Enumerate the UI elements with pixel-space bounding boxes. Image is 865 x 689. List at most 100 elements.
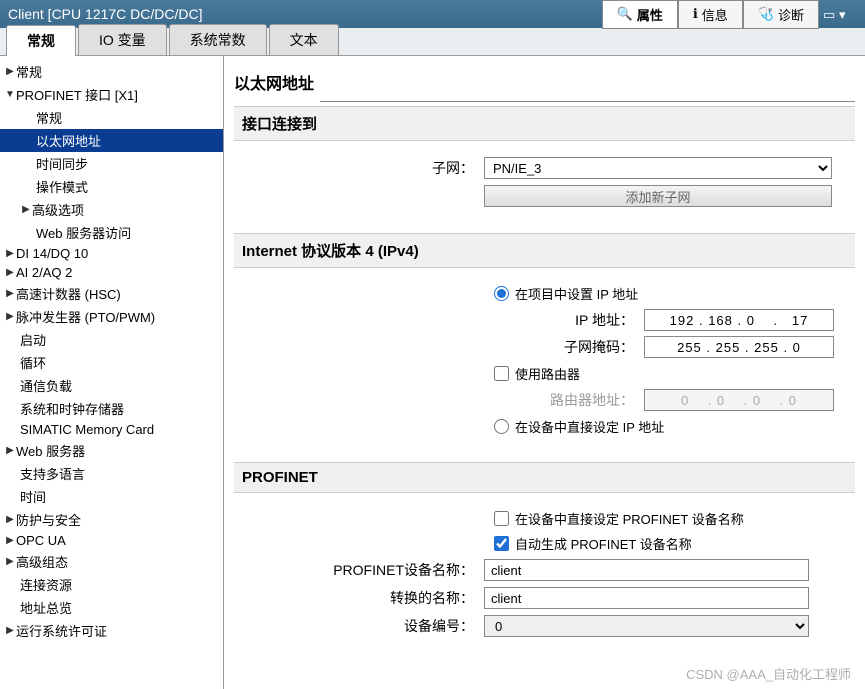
tree-label: 循环: [20, 353, 46, 372]
tab-info-label: 信息: [702, 5, 728, 24]
converted-name-input[interactable]: [484, 587, 809, 609]
device-number-select[interactable]: 0: [484, 615, 809, 637]
tree-protection[interactable]: ▶防护与安全: [0, 508, 223, 531]
tree-profinet[interactable]: ▼PROFINET 接口 [X1]: [0, 83, 223, 106]
inspector-tabs: 🔍 属性 ℹ 信息 🩺 诊断: [602, 0, 819, 29]
content-pane: 以太网地址 接口连接到 子网： PN/IE_3 添加新子网 Internet 协…: [224, 56, 865, 689]
pn-name-label: PROFINET设备名称：: [244, 560, 484, 580]
tab-properties-label: 属性: [637, 5, 663, 24]
tree-di-dq[interactable]: ▶DI 14/DQ 10: [0, 244, 223, 263]
tree-multilang[interactable]: 支持多语言: [0, 462, 223, 485]
tree-label: 运行系统许可证: [16, 621, 107, 640]
tab-sys-const[interactable]: 系统常数: [169, 24, 267, 55]
layout-icon[interactable]: ▭: [823, 7, 837, 21]
tree-ethernet-addr[interactable]: 以太网地址: [0, 129, 223, 152]
use-router-checkbox[interactable]: [494, 366, 509, 381]
tree-label: AI 2/AQ 2: [16, 265, 72, 280]
chevron-right-icon: ▶: [4, 625, 16, 637]
collapse-icon[interactable]: ▾: [839, 7, 853, 21]
tree-label: 系统和时钟存储器: [20, 399, 124, 418]
use-router-label: 使用路由器: [515, 364, 580, 383]
tree-adv-config[interactable]: ▶高级组态: [0, 550, 223, 573]
tree-cycle[interactable]: 循环: [0, 351, 223, 374]
profinet-name-input[interactable]: [484, 559, 809, 581]
info-icon: ℹ: [693, 6, 698, 22]
tab-general[interactable]: 常规: [6, 25, 76, 56]
router-label: 路由器地址：: [514, 390, 644, 410]
chk-device-set-name-label: 在设备中直接设定 PROFINET 设备名称: [515, 509, 744, 528]
tab-diagnostics-label: 诊断: [778, 5, 804, 24]
tree-pn-general[interactable]: 常规: [0, 106, 223, 129]
tree-opc-ua[interactable]: ▶OPC UA: [0, 531, 223, 550]
tree-label: PROFINET 接口 [X1]: [16, 85, 138, 104]
tree-memory-card[interactable]: SIMATIC Memory Card: [0, 420, 223, 439]
subnet-select[interactable]: PN/IE_3: [484, 157, 832, 179]
chevron-down-icon: ▼: [4, 89, 16, 101]
tree-general[interactable]: ▶常规: [0, 60, 223, 83]
tree-label: 常规: [16, 62, 42, 81]
diagnostics-icon: 🩺: [758, 6, 774, 22]
chevron-right-icon: ▶: [4, 556, 16, 568]
chevron-right-icon: ▶: [4, 288, 16, 300]
tree-label: OPC UA: [16, 533, 66, 548]
tree-label: 常规: [36, 108, 62, 127]
tree-label: Web 服务器: [16, 441, 85, 460]
chevron-right-icon: ▶: [4, 311, 16, 323]
tree-label: 连接资源: [20, 575, 72, 594]
tree-label: 时间同步: [36, 154, 88, 173]
window-title: Client [CPU 1217C DC/DC/DC]: [8, 6, 602, 22]
chevron-right-icon: ▶: [4, 535, 16, 547]
tree-label: 防护与安全: [16, 510, 81, 529]
chevron-right-icon: ▶: [4, 66, 16, 78]
section-ipv4: Internet 协议版本 4 (IPv4): [234, 233, 855, 268]
subnet-mask-input[interactable]: [644, 336, 834, 358]
radio-set-in-device[interactable]: [494, 419, 509, 434]
radio-set-in-project[interactable]: [494, 286, 509, 301]
chk-device-set-name[interactable]: [494, 511, 509, 526]
tab-text[interactable]: 文本: [269, 24, 339, 55]
tree-startup[interactable]: 启动: [0, 328, 223, 351]
tree-web-access[interactable]: Web 服务器访问: [0, 221, 223, 244]
tree-label: 地址总览: [20, 598, 72, 617]
chk-auto-gen-name[interactable]: [494, 536, 509, 551]
tree-addr-overview[interactable]: 地址总览: [0, 596, 223, 619]
tree-label: SIMATIC Memory Card: [20, 422, 154, 437]
tree-label: 时间: [20, 487, 46, 506]
chevron-right-icon: ▶: [20, 204, 32, 216]
tree-label: 高级组态: [16, 552, 68, 571]
chk-auto-gen-name-label: 自动生成 PROFINET 设备名称: [515, 534, 692, 553]
tree-web-server[interactable]: ▶Web 服务器: [0, 439, 223, 462]
tree-label: DI 14/DQ 10: [16, 246, 88, 261]
window-controls: ▭ ▾: [819, 7, 857, 21]
tree-conn-res[interactable]: 连接资源: [0, 573, 223, 596]
tree-time-sync[interactable]: 时间同步: [0, 152, 223, 175]
tree-ai-aq[interactable]: ▶AI 2/AQ 2: [0, 263, 223, 282]
tab-diagnostics[interactable]: 🩺 诊断: [743, 0, 819, 29]
properties-icon: 🔍: [617, 6, 633, 22]
tree-pto[interactable]: ▶脉冲发生器 (PTO/PWM): [0, 305, 223, 328]
tree-op-mode[interactable]: 操作模式: [0, 175, 223, 198]
subnet-label: 子网：: [244, 158, 484, 178]
section-interface-connect: 接口连接到: [234, 106, 855, 141]
tab-io-vars[interactable]: IO 变量: [78, 24, 167, 55]
tree-runtime-lic[interactable]: ▶运行系统许可证: [0, 619, 223, 642]
tree-label: 高级选项: [32, 200, 84, 219]
radio-set-in-device-label: 在设备中直接设定 IP 地址: [515, 417, 664, 436]
chevron-right-icon: ▶: [4, 445, 16, 457]
property-tabs: 常规 IO 变量 系统常数 文本: [0, 28, 865, 56]
tree-label: 通信负载: [20, 376, 72, 395]
tree-adv-options[interactable]: ▶高级选项: [0, 198, 223, 221]
watermark: CSDN @AAA_自动化工程师: [686, 664, 851, 683]
dev-num-label: 设备编号：: [244, 616, 484, 636]
router-address-input: [644, 389, 834, 411]
tab-properties[interactable]: 🔍 属性: [602, 0, 678, 29]
add-subnet-button[interactable]: 添加新子网: [484, 185, 832, 207]
tab-info[interactable]: ℹ 信息: [678, 0, 743, 29]
navigation-tree[interactable]: ▶常规 ▼PROFINET 接口 [X1] 常规 以太网地址 时间同步 操作模式…: [0, 56, 224, 689]
tree-sys-clock[interactable]: 系统和时钟存储器: [0, 397, 223, 420]
tree-hsc[interactable]: ▶高速计数器 (HSC): [0, 282, 223, 305]
section-profinet: PROFINET: [234, 462, 855, 493]
tree-comm-load[interactable]: 通信负载: [0, 374, 223, 397]
tree-time[interactable]: 时间: [0, 485, 223, 508]
ip-address-input[interactable]: [644, 309, 834, 331]
